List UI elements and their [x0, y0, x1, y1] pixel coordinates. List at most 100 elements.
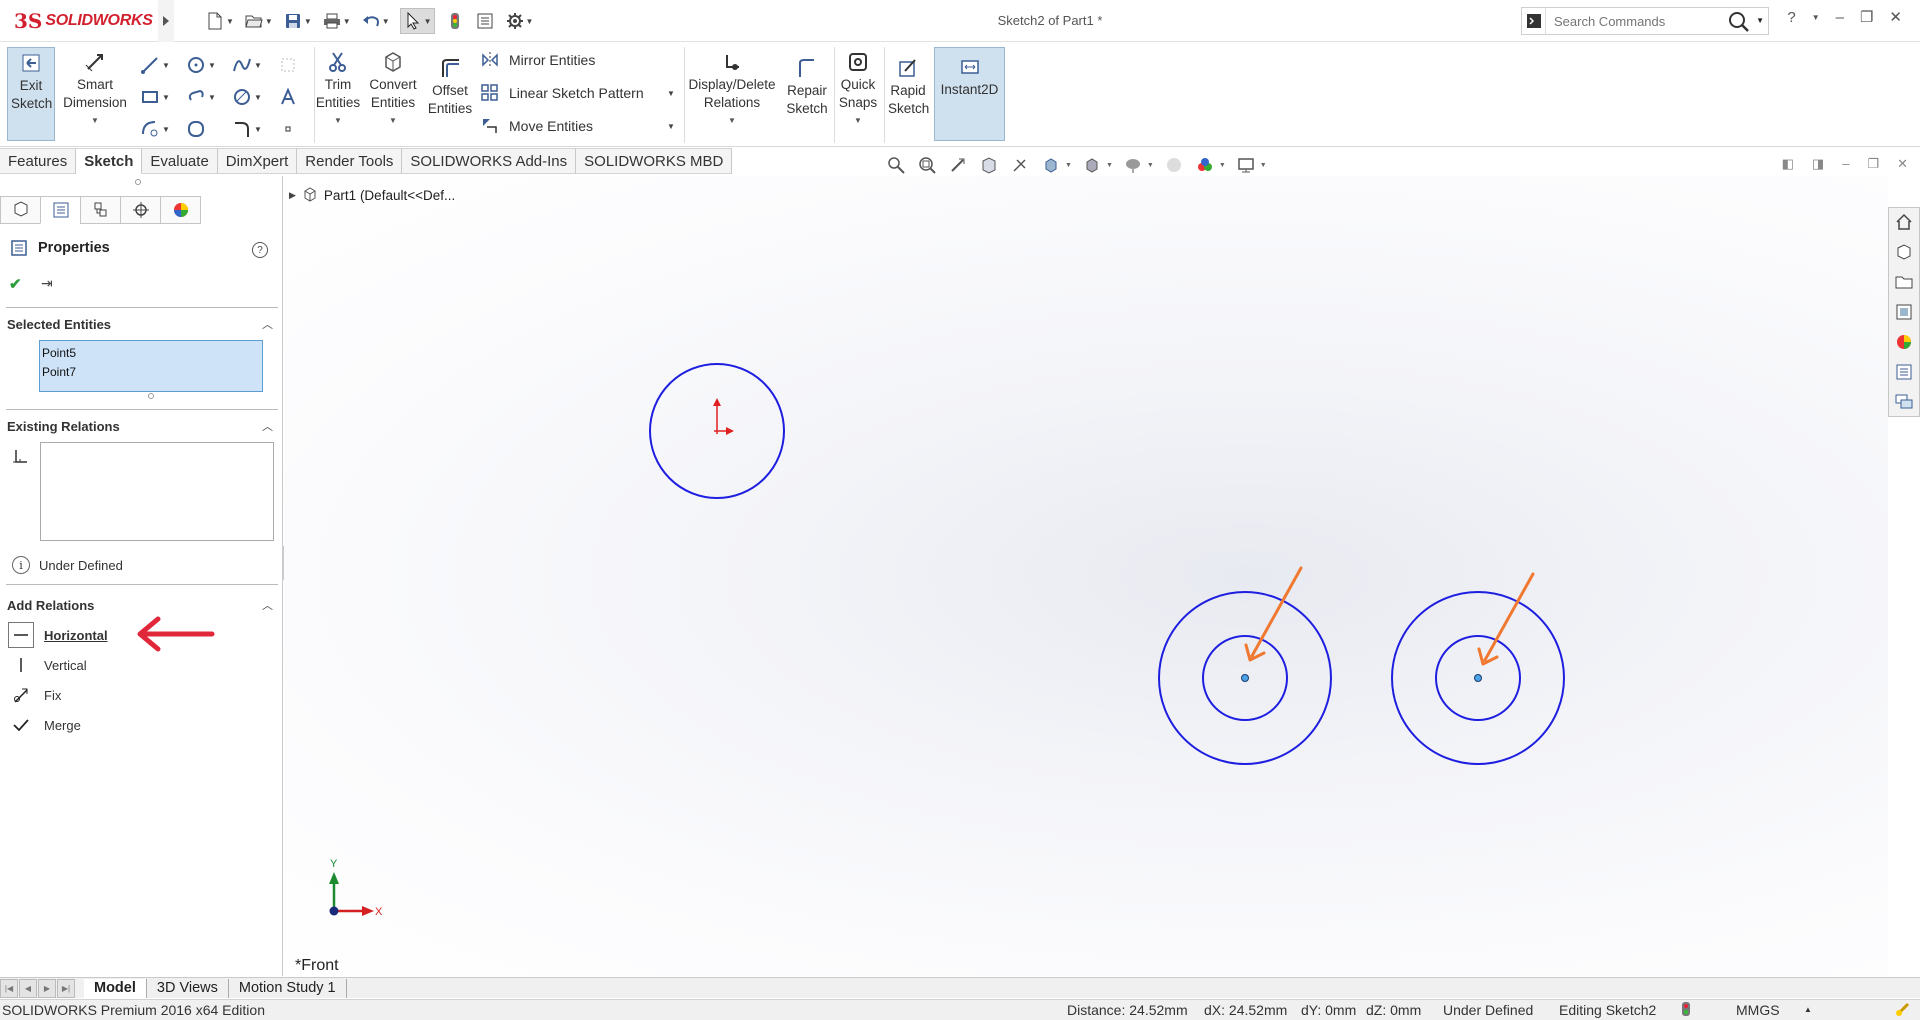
design-library-icon[interactable] — [1893, 242, 1915, 262]
rebuild-icon[interactable] — [1895, 1001, 1911, 1020]
chevron-down-icon[interactable]: ▼ — [389, 112, 397, 130]
pin-icon[interactable]: ⇥ — [41, 275, 53, 292]
viewport-split-icon[interactable]: ◨ — [1812, 156, 1824, 172]
existing-relations-list[interactable] — [40, 442, 274, 541]
file-explorer-icon[interactable] — [1893, 272, 1915, 292]
viewport-close-icon[interactable]: ✕ — [1897, 156, 1908, 172]
chevron-down-icon[interactable]: ▼ — [226, 17, 234, 26]
viewport-minimize-icon[interactable]: – — [1842, 156, 1849, 172]
collapse-chevron-up-icon[interactable]: ︿ — [262, 418, 273, 434]
mirror-entities-button[interactable]: Mirror Entities — [481, 51, 595, 69]
home-icon[interactable] — [1893, 212, 1915, 232]
sketch-point-selected[interactable] — [1474, 674, 1482, 682]
tab-sketch[interactable]: Sketch — [76, 148, 143, 174]
chevron-down-icon[interactable]: ▼ — [1260, 162, 1267, 169]
viewport-tile-icon[interactable]: ◧ — [1782, 156, 1794, 172]
zoom-to-area-icon[interactable] — [916, 154, 938, 176]
chevron-down-icon[interactable]: ▼ — [343, 17, 351, 26]
menu-expand-arrow-icon[interactable] — [158, 0, 174, 42]
save-button[interactable]: ▼ — [283, 8, 312, 34]
tab-render-tools[interactable]: Render Tools — [297, 148, 403, 174]
ellipse-tool[interactable] — [186, 113, 232, 145]
fillet-tool[interactable]: ▼ — [232, 113, 278, 145]
configuration-manager-tab[interactable] — [80, 196, 121, 224]
new-document-button[interactable]: ▼ — [205, 8, 234, 34]
display-delete-relations-button[interactable]: Display/Delete Relations ▼ — [686, 49, 778, 130]
chevron-down-icon[interactable]: ▼ — [91, 112, 99, 130]
chevron-down-icon[interactable]: ▼ — [1812, 13, 1820, 22]
sketch-point-selected[interactable] — [1241, 674, 1249, 682]
help-icon[interactable]: ? — [252, 242, 268, 258]
slot-tool[interactable]: ▼ — [186, 81, 232, 113]
selected-entities-list[interactable]: Point5 Point7 — [39, 340, 263, 392]
chevron-down-icon[interactable]: ▼ — [382, 17, 390, 26]
arc-tool[interactable]: ▼ — [140, 113, 186, 145]
rapid-sketch-button[interactable]: Rapid Sketch — [886, 55, 930, 118]
tab-solidworks-mbd[interactable]: SOLIDWORKS MBD — [576, 148, 733, 174]
ok-checkmark-icon[interactable]: ✔ — [9, 275, 22, 293]
tab-motion-study-1[interactable]: Motion Study 1 — [229, 978, 347, 998]
tab-model[interactable]: Model — [84, 978, 147, 998]
file-properties-button[interactable] — [475, 8, 495, 34]
collapse-chevron-up-icon[interactable]: ︿ — [262, 316, 273, 332]
view-orientation-icon[interactable] — [1040, 154, 1062, 176]
chevron-up-icon[interactable]: ▲ — [1804, 1005, 1812, 1014]
undo-button[interactable]: ▼ — [361, 8, 390, 34]
forum-icon[interactable] — [1893, 392, 1915, 412]
polygon-tool[interactable]: ▼ — [232, 81, 278, 113]
chevron-down-icon[interactable]: ▼ — [1219, 162, 1226, 169]
offset-entities-button[interactable]: Offset Entities — [424, 55, 476, 118]
relation-fix[interactable]: Fix — [8, 682, 61, 708]
spline-tool[interactable]: ▼ — [232, 49, 278, 81]
panel-splitter-handle[interactable] — [135, 179, 141, 185]
chevron-down-icon[interactable]: ▼ — [667, 122, 675, 131]
chevron-down-icon[interactable]: ▼ — [304, 17, 312, 26]
custom-properties-icon[interactable] — [1893, 362, 1915, 382]
relation-vertical[interactable]: Vertical — [8, 652, 87, 678]
move-entities-button[interactable]: Move Entities ▼ — [481, 117, 675, 135]
convert-entities-button[interactable]: Convert Entities ▼ — [367, 49, 419, 130]
command-prompt-icon[interactable] — [1522, 8, 1546, 34]
solidworks-logo[interactable]: 3S SOLIDWORKS — [0, 0, 158, 42]
rebuild-button[interactable] — [445, 8, 465, 34]
open-document-button[interactable]: ▼ — [244, 8, 273, 34]
display-style-icon[interactable] — [1081, 154, 1103, 176]
restore-icon[interactable]: ❐ — [1860, 8, 1873, 26]
first-tab-icon[interactable]: |◀ — [0, 978, 18, 998]
search-input[interactable] — [1546, 9, 1716, 33]
collapse-chevron-up-icon[interactable]: ︿ — [262, 597, 273, 613]
relation-merge[interactable]: Merge — [8, 712, 81, 738]
chevron-down-icon[interactable]: ▼ — [854, 112, 862, 130]
quick-snaps-button[interactable]: Quick Snaps ▼ — [836, 49, 880, 130]
tab-solidworks-add-ins[interactable]: SOLIDWORKS Add-Ins — [402, 148, 577, 174]
hide-show-items-icon[interactable] — [1122, 154, 1144, 176]
list-item[interactable]: Point7 — [42, 363, 260, 382]
chevron-down-icon[interactable]: ▼ — [526, 17, 534, 26]
previous-tab-icon[interactable]: ◀ — [19, 978, 37, 998]
zoom-to-fit-icon[interactable] — [885, 154, 907, 176]
list-item[interactable]: Point5 — [42, 344, 260, 363]
minimize-icon[interactable]: – — [1836, 9, 1844, 26]
repair-sketch-button[interactable]: Repair Sketch — [782, 55, 832, 118]
last-tab-icon[interactable]: ▶| — [57, 978, 75, 998]
select-button[interactable]: ▼ — [399, 8, 435, 34]
search-icon[interactable] — [1728, 11, 1750, 36]
tab-dimxpert[interactable]: DimXpert — [217, 148, 298, 174]
next-tab-icon[interactable]: ▶ — [38, 978, 56, 998]
help-icon[interactable]: ? — [1787, 9, 1795, 26]
previous-view-icon[interactable] — [947, 154, 969, 176]
unit-system-button[interactable]: MMGS — [1736, 1002, 1780, 1018]
section-view-icon[interactable] — [978, 154, 1000, 176]
sketch-canvas[interactable]: Y X — [284, 176, 1888, 976]
chevron-down-icon[interactable]: ▼ — [1756, 16, 1764, 25]
chevron-down-icon[interactable]: ▼ — [424, 17, 432, 26]
line-tool[interactable]: ▼ — [140, 49, 186, 81]
close-icon[interactable]: ✕ — [1889, 8, 1902, 26]
smart-dimension-button[interactable]: Smart Dimension ▼ — [60, 49, 130, 130]
dynamic-annotation-icon[interactable] — [1009, 154, 1031, 176]
display-manager-tab[interactable] — [160, 196, 201, 224]
tab-evaluate[interactable]: Evaluate — [142, 148, 218, 174]
print-button[interactable]: ▼ — [322, 8, 351, 34]
trim-entities-button[interactable]: Trim Entities ▼ — [312, 49, 364, 130]
rectangle-tool[interactable]: ▼ — [140, 81, 186, 113]
